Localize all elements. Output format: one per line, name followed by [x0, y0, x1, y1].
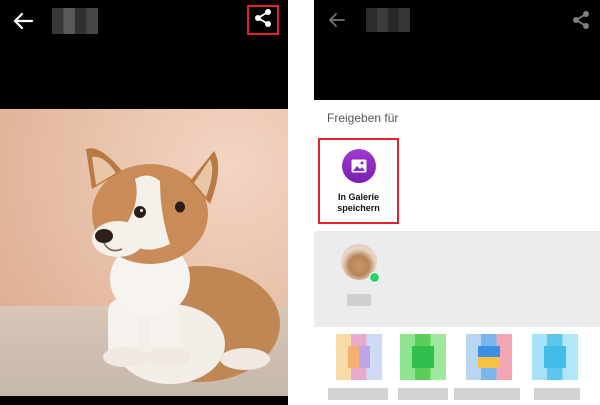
app-label-blurred [328, 388, 388, 400]
app-icon-2[interactable] [400, 334, 446, 380]
app-icon-3[interactable] [466, 334, 512, 380]
app-label-blurred [398, 388, 448, 400]
app-label-blurred [454, 388, 520, 400]
app-label-blurred [534, 388, 580, 400]
share-icon [254, 8, 272, 33]
app-icon-4[interactable] [532, 334, 578, 380]
share-icon [572, 10, 590, 30]
dimmed-toolbar [314, 0, 600, 100]
share-screen: Freigeben für In Galerie speichern [314, 0, 600, 405]
share-button[interactable] [247, 5, 279, 35]
gallery-icon [341, 149, 376, 183]
save-to-gallery-button[interactable]: In Galerie speichern [318, 138, 399, 224]
chat-title-blurred [52, 8, 98, 34]
puppy-illustration [86, 148, 280, 384]
app-icon-1[interactable] [336, 334, 382, 380]
puppy-photo [0, 109, 288, 396]
save-to-gallery-label: In Galerie speichern [337, 192, 380, 213]
chat-title-blurred [366, 8, 410, 32]
contact-name-blurred [347, 294, 371, 306]
share-sheet-title: Freigeben für [327, 111, 399, 125]
whatsapp-icon [369, 272, 380, 283]
arrow-back-icon [328, 12, 346, 28]
arrow-back-icon[interactable] [12, 12, 34, 30]
image-viewer [0, 0, 288, 405]
